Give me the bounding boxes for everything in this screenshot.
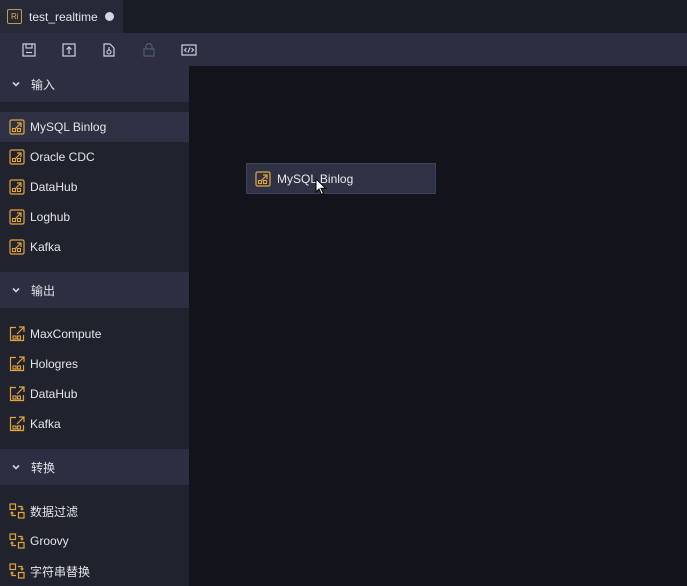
sidebar-item-label: MaxCompute <box>30 327 102 341</box>
section-header-input[interactable]: 输入 <box>0 66 189 102</box>
output-target-icon <box>9 326 25 342</box>
sidebar-item-string-replace[interactable]: 字符串替换 <box>0 556 189 586</box>
sidebar-item-groovy[interactable]: Groovy <box>0 526 189 556</box>
tab-title: test_realtime <box>29 9 98 24</box>
component-sidebar: 输入 MySQL Binlog Oracle CDC DataHub Loghu… <box>0 66 189 586</box>
chevron-down-icon <box>11 285 21 295</box>
code-icon <box>181 43 197 56</box>
sidebar-item-mysql-binlog[interactable]: MySQL Binlog <box>0 112 189 142</box>
input-source-icon <box>255 171 271 187</box>
dag-canvas[interactable] <box>189 66 687 586</box>
tab-test-realtime[interactable]: Ri test_realtime <box>0 0 123 33</box>
sidebar-item-datahub-input[interactable]: DataHub <box>0 172 189 202</box>
transform-icon <box>9 533 25 549</box>
chevron-down-icon <box>11 79 21 89</box>
sidebar-item-hologres[interactable]: Hologres <box>0 349 189 379</box>
sidebar-item-label: 数据过滤 <box>30 504 79 519</box>
upload-icon <box>62 42 76 57</box>
save-icon <box>22 42 36 57</box>
section-title: 输出 <box>31 283 56 298</box>
sidebar-item-kafka-input[interactable]: Kafka <box>0 232 189 262</box>
sidebar-item-label: Hologres <box>30 357 79 371</box>
sidebar-item-label: Groovy <box>30 534 69 548</box>
section-title: 转换 <box>31 460 56 475</box>
sidebar-item-datahub-output[interactable]: DataHub <box>0 379 189 409</box>
sidebar-item-oracle-cdc[interactable]: Oracle CDC <box>0 142 189 172</box>
realtime-file-icon: Ri <box>7 9 22 24</box>
tab-bar: Ri test_realtime <box>0 0 687 33</box>
sidebar-item-label: DataHub <box>30 180 78 194</box>
chevron-down-icon <box>11 462 21 472</box>
sidebar-item-label: DataHub <box>30 387 78 401</box>
sidebar-item-kafka-output[interactable]: Kafka <box>0 409 189 439</box>
toolbar <box>0 33 687 66</box>
sidebar-item-label: 字符串替换 <box>30 564 91 579</box>
section-title: 输入 <box>31 77 56 92</box>
save-button[interactable] <box>21 42 37 58</box>
transform-icon <box>9 503 25 519</box>
input-source-icon <box>9 149 25 165</box>
sidebar-item-loghub[interactable]: Loghub <box>0 202 189 232</box>
output-target-icon <box>9 386 25 402</box>
sidebar-item-label: Kafka <box>30 417 61 431</box>
input-source-icon <box>9 119 25 135</box>
submit-button[interactable] <box>61 42 77 58</box>
input-source-icon <box>9 239 25 255</box>
sidebar-item-data-filter[interactable]: 数据过滤 <box>0 496 189 526</box>
transform-icon <box>9 563 25 579</box>
code-button[interactable] <box>181 42 197 58</box>
sidebar-item-label: MySQL Binlog <box>30 120 107 134</box>
unsaved-dot-icon <box>104 12 114 21</box>
sidebar-item-maxcompute[interactable]: MaxCompute <box>0 319 189 349</box>
lock-button[interactable] <box>141 42 157 58</box>
sidebar-item-label: Oracle CDC <box>30 150 95 164</box>
output-target-icon <box>9 356 25 372</box>
sidebar-item-label: Kafka <box>30 240 61 254</box>
input-source-icon <box>9 209 25 225</box>
sidebar-item-label: Loghub <box>30 210 71 224</box>
dragging-node-mysql-binlog[interactable]: MySQL Binlog <box>246 163 436 194</box>
app-window: Ri test_realtime 输入 MySQL Binlog Oracle … <box>0 0 687 586</box>
run-icon <box>103 42 115 57</box>
input-source-icon <box>9 179 25 195</box>
mouse-cursor-icon <box>315 178 327 196</box>
lock-icon <box>143 42 155 57</box>
run-button[interactable] <box>101 42 117 58</box>
section-header-transform[interactable]: 转换 <box>0 449 189 485</box>
section-header-output[interactable]: 输出 <box>0 272 189 308</box>
output-target-icon <box>9 416 25 432</box>
